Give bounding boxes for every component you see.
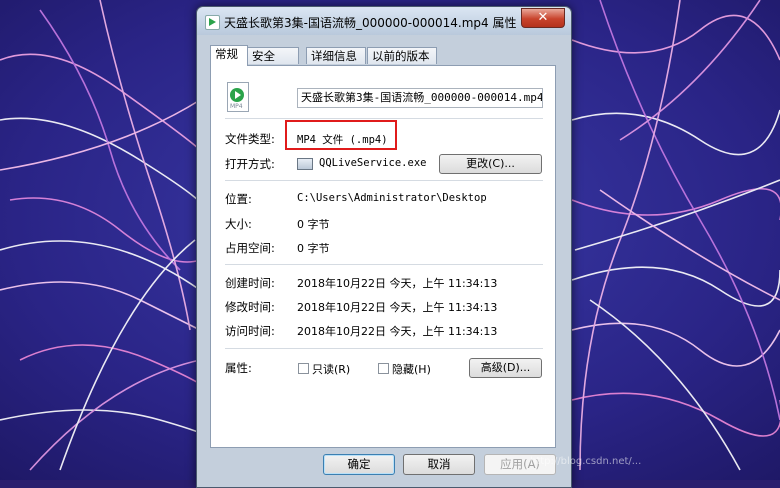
tab-security[interactable]: 安全 bbox=[247, 47, 299, 64]
play-icon bbox=[230, 88, 244, 102]
divider bbox=[225, 118, 543, 119]
created-value: 2018年10月22日 今天，上午 11:34:13 bbox=[297, 277, 498, 290]
accessed-label: 访问时间: bbox=[225, 324, 275, 338]
title-bar[interactable]: 天盛长歌第3集-国语流畅_000000-000014.mp4 属性 ✕ bbox=[197, 7, 571, 35]
divider bbox=[225, 348, 543, 349]
window-title: 天盛长歌第3集-国语流畅_000000-000014.mp4 属性 bbox=[224, 16, 517, 30]
open-with-label: 打开方式: bbox=[225, 157, 275, 171]
file-name-input[interactable]: 天盛长歌第3集-国语流畅_000000-000014.mp4 bbox=[297, 88, 543, 108]
file-type-label: 文件类型: bbox=[225, 132, 275, 146]
divider bbox=[225, 180, 543, 181]
ok-button[interactable]: 确定 bbox=[323, 454, 395, 475]
hidden-label[interactable]: 隐藏(H) bbox=[392, 361, 431, 377]
close-button[interactable]: ✕ bbox=[521, 8, 565, 28]
size-on-disk-value: 0 字节 bbox=[297, 242, 330, 255]
application-icon bbox=[297, 158, 313, 170]
cancel-button[interactable]: 取消 bbox=[403, 454, 475, 475]
highlight-box bbox=[285, 120, 397, 150]
tab-previous-versions[interactable]: 以前的版本 bbox=[367, 47, 437, 64]
hidden-checkbox[interactable] bbox=[378, 363, 389, 374]
general-panel: MP4 天盛长歌第3集-国语流畅_000000-000014.mp4 文件类型:… bbox=[210, 65, 556, 448]
modified-value: 2018年10月22日 今天，上午 11:34:13 bbox=[297, 301, 498, 314]
location-label: 位置: bbox=[225, 192, 252, 206]
open-with-value: QQLiveService.exe bbox=[319, 157, 427, 169]
location-value: C:\Users\Administrator\Desktop bbox=[297, 192, 487, 204]
mp4-file-icon: MP4 bbox=[227, 82, 249, 112]
watermark-text: http://blog.csdn.net/... bbox=[530, 456, 642, 467]
modified-label: 修改时间: bbox=[225, 300, 275, 314]
accessed-value: 2018年10月22日 今天，上午 11:34:13 bbox=[297, 325, 498, 338]
readonly-checkbox[interactable] bbox=[298, 363, 309, 374]
tab-details[interactable]: 详细信息 bbox=[306, 47, 366, 64]
attributes-label: 属性: bbox=[225, 361, 252, 375]
change-button[interactable]: 更改(C)... bbox=[439, 154, 542, 174]
size-on-disk-label: 占用空间: bbox=[225, 241, 275, 255]
advanced-button[interactable]: 高级(D)... bbox=[469, 358, 542, 378]
video-file-icon bbox=[205, 15, 220, 30]
file-extension-label: MP4 bbox=[230, 103, 243, 110]
size-value: 0 字节 bbox=[297, 218, 330, 231]
size-label: 大小: bbox=[225, 217, 252, 231]
readonly-label[interactable]: 只读(R) bbox=[312, 361, 350, 377]
tab-general[interactable]: 常规 bbox=[210, 45, 248, 66]
divider bbox=[225, 264, 543, 265]
created-label: 创建时间: bbox=[225, 276, 275, 290]
properties-dialog: 天盛长歌第3集-国语流畅_000000-000014.mp4 属性 ✕ 常规 安… bbox=[196, 6, 572, 488]
